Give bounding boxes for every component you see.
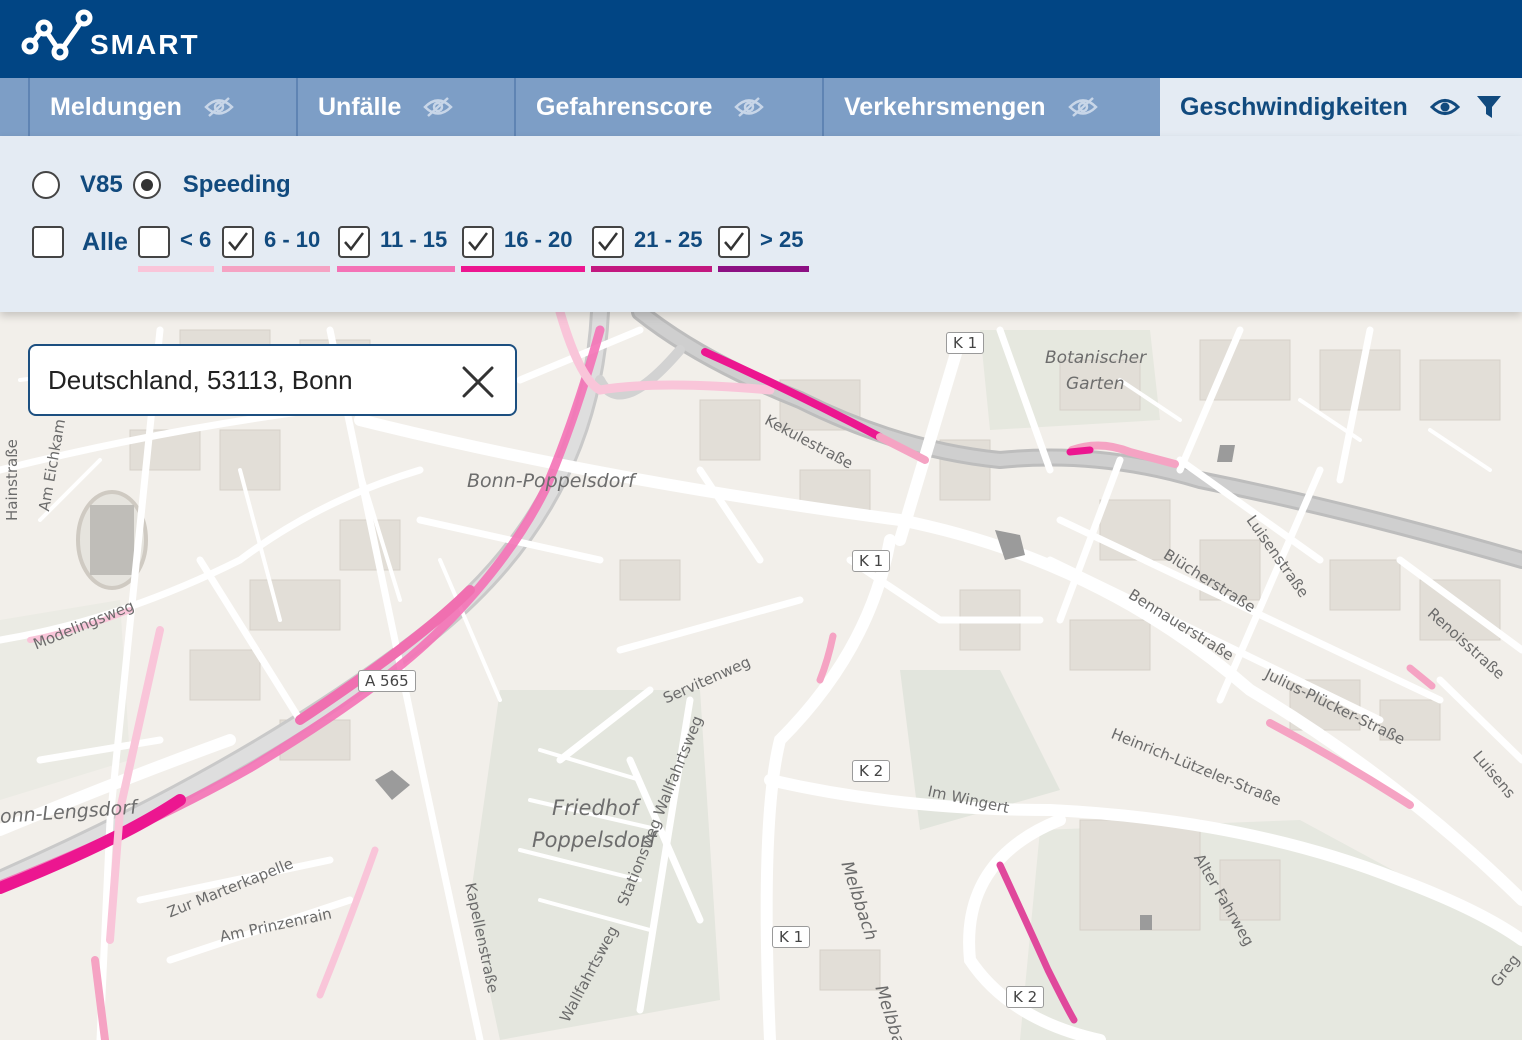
radio-selected-dot — [140, 179, 153, 191]
app-header: SMART — [0, 0, 1522, 78]
tab-label: Verkehrsmengen — [844, 92, 1046, 121]
checkbox-range-gt25[interactable] — [718, 226, 750, 258]
range-color-swatch — [461, 266, 585, 272]
check-icon — [724, 232, 744, 251]
speed-filter-panel: V85 Speeding Alle < 6 6 - 10 11 - 15 16 … — [0, 136, 1522, 312]
range-color-swatch — [138, 266, 214, 272]
road-shield: K 1 — [772, 926, 811, 948]
checkbox-alle-label: Alle — [82, 228, 128, 256]
range-color-swatch — [337, 266, 455, 272]
tab-label: Unfälle — [318, 92, 402, 121]
range-color-swatch — [591, 266, 712, 272]
range-color-swatch — [222, 266, 330, 272]
location-search-box — [28, 344, 517, 416]
range-color-swatch — [718, 266, 809, 272]
range-label: < 6 — [180, 227, 212, 252]
checkbox-range-16-20[interactable] — [462, 226, 494, 258]
app-logo[interactable]: SMART — [18, 8, 200, 68]
check-icon — [468, 232, 488, 251]
range-label: 21 - 25 — [634, 227, 703, 252]
tab-label: Gefahrenscore — [536, 92, 713, 121]
checkbox-range-11-15[interactable] — [338, 226, 370, 258]
street-label: Hainstraße — [3, 439, 21, 521]
radio-speeding-label: Speeding — [182, 171, 291, 198]
check-icon — [344, 232, 364, 251]
radio-v85-label: V85 — [80, 171, 123, 198]
network-logo-icon — [21, 9, 93, 61]
check-icon — [228, 232, 248, 251]
checkbox-range-6-10[interactable] — [222, 226, 254, 258]
place-label: Botanischer — [1045, 348, 1147, 368]
range-label: 16 - 20 — [504, 227, 573, 252]
checkbox-alle[interactable] — [32, 226, 64, 258]
eye-off-icon[interactable] — [1067, 96, 1098, 118]
road-shield: K 1 — [852, 550, 891, 572]
range-label: > 25 — [760, 227, 804, 252]
place-label: Bonn-Poppelsdorf — [467, 470, 635, 492]
tab-label: Meldungen — [50, 92, 182, 121]
road-shield: A 565 — [358, 670, 416, 692]
road-shield: K 2 — [1006, 986, 1045, 1008]
app-name: SMART — [90, 29, 200, 60]
road-shield: K 2 — [852, 760, 891, 782]
tab-unfaelle[interactable]: Unfälle — [296, 78, 516, 136]
check-icon — [598, 232, 618, 251]
filter-funnel-icon[interactable] — [1476, 94, 1502, 120]
location-search-input[interactable] — [48, 358, 448, 402]
tab-meldungen[interactable]: Meldungen — [28, 78, 298, 136]
layer-tab-bar: Meldungen Unfälle Gefahrenscore Verkehrs… — [0, 78, 1522, 136]
mode-radio-group: V85 Speeding — [32, 170, 291, 200]
checkbox-range-lt6[interactable] — [138, 226, 170, 258]
tab-gefahrenscore[interactable]: Gefahrenscore — [514, 78, 824, 136]
eye-off-icon[interactable] — [734, 96, 765, 118]
radio-speeding[interactable] — [132, 171, 161, 199]
radio-v85[interactable] — [32, 171, 60, 199]
range-label: 11 - 15 — [380, 227, 448, 252]
map-canvas[interactable]: Bonn-Poppelsdorf Botanischer Garten Frie… — [0, 312, 1522, 1040]
eye-off-icon[interactable] — [204, 96, 234, 118]
range-label: 6 - 10 — [264, 227, 321, 252]
tab-verkehrsmengen[interactable]: Verkehrsmengen — [822, 78, 1160, 136]
place-label: Friedhof — [552, 796, 639, 820]
eye-off-icon[interactable] — [423, 96, 454, 118]
checkbox-range-21-25[interactable] — [592, 226, 624, 258]
tab-label: Geschwindigkeiten — [1180, 92, 1408, 121]
road-shield: K 1 — [946, 332, 985, 354]
place-label: Garten — [1066, 374, 1125, 394]
tab-geschwindigkeiten[interactable]: Geschwindigkeiten — [1160, 78, 1522, 136]
eye-icon[interactable] — [1429, 96, 1460, 118]
close-icon[interactable] — [461, 365, 495, 399]
